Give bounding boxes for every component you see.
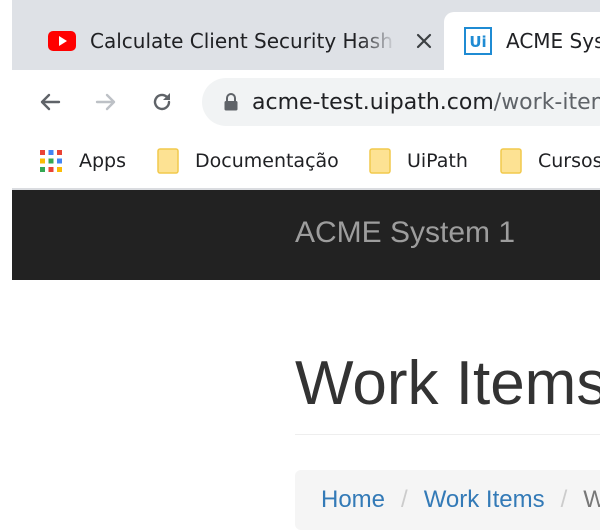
tab-youtube[interactable]: Calculate Client Security Hash Pa [12,12,444,70]
forward-button[interactable] [90,86,122,118]
breadcrumb: Home / Work Items / W [295,470,600,530]
bookmark-label: Cursos [538,150,600,172]
breadcrumb-separator: / [401,486,408,513]
bookmark-documentacao[interactable]: Documentação [157,146,339,176]
breadcrumb-work-items[interactable]: Work Items [424,486,545,514]
url-host: acme-test.uipath.com [252,89,494,115]
url-text: acme-test.uipath.com/work-iten [252,90,600,115]
browser-toolbar: acme-test.uipath.com/work-iten [12,70,600,134]
navbar-brand[interactable]: ACME System 1 [295,216,515,250]
bookmark-label: UiPath [407,150,468,172]
bookmark-cursos[interactable]: Cursos [500,146,600,176]
bookmarks-bar: Apps Documentação UiPath Cursos [12,134,600,188]
bookmark-label: Documentação [195,150,339,172]
bookmark-apps[interactable]: Apps [39,146,126,176]
tab-title: Calculate Client Security Hash Pa [90,29,396,53]
lock-icon[interactable] [222,92,240,112]
breadcrumb-home[interactable]: Home [321,486,385,514]
bookmark-label: Apps [79,150,127,172]
window-left-edge [0,0,12,518]
uipath-icon: Ui [464,27,492,55]
url-path: /work-iten [493,89,600,115]
reload-button[interactable] [146,86,178,118]
apps-grid-icon [39,149,63,173]
tab-acme[interactable]: Ui ACME Syst [444,12,600,70]
folder-icon [500,148,522,174]
youtube-icon [48,31,76,51]
close-icon[interactable] [412,29,436,53]
tab-strip: Calculate Client Security Hash Pa Ui ACM… [12,0,600,78]
breadcrumb-separator: / [560,486,568,513]
svg-text:Ui: Ui [469,33,486,51]
arrow-left-icon [38,90,62,114]
tab-title: ACME Syst [506,29,600,53]
address-bar[interactable]: acme-test.uipath.com/work-iten [202,78,600,126]
reload-icon [150,90,174,114]
bookmark-uipath[interactable]: UiPath [369,146,468,176]
arrow-right-icon [94,90,118,114]
breadcrumb-current: W [583,486,600,513]
folder-icon [157,148,179,174]
folder-icon [369,148,391,174]
title-divider [295,434,600,435]
site-navbar: ACME System 1 [12,190,600,280]
back-button[interactable] [34,86,66,118]
page-title: Work Items [295,349,600,418]
